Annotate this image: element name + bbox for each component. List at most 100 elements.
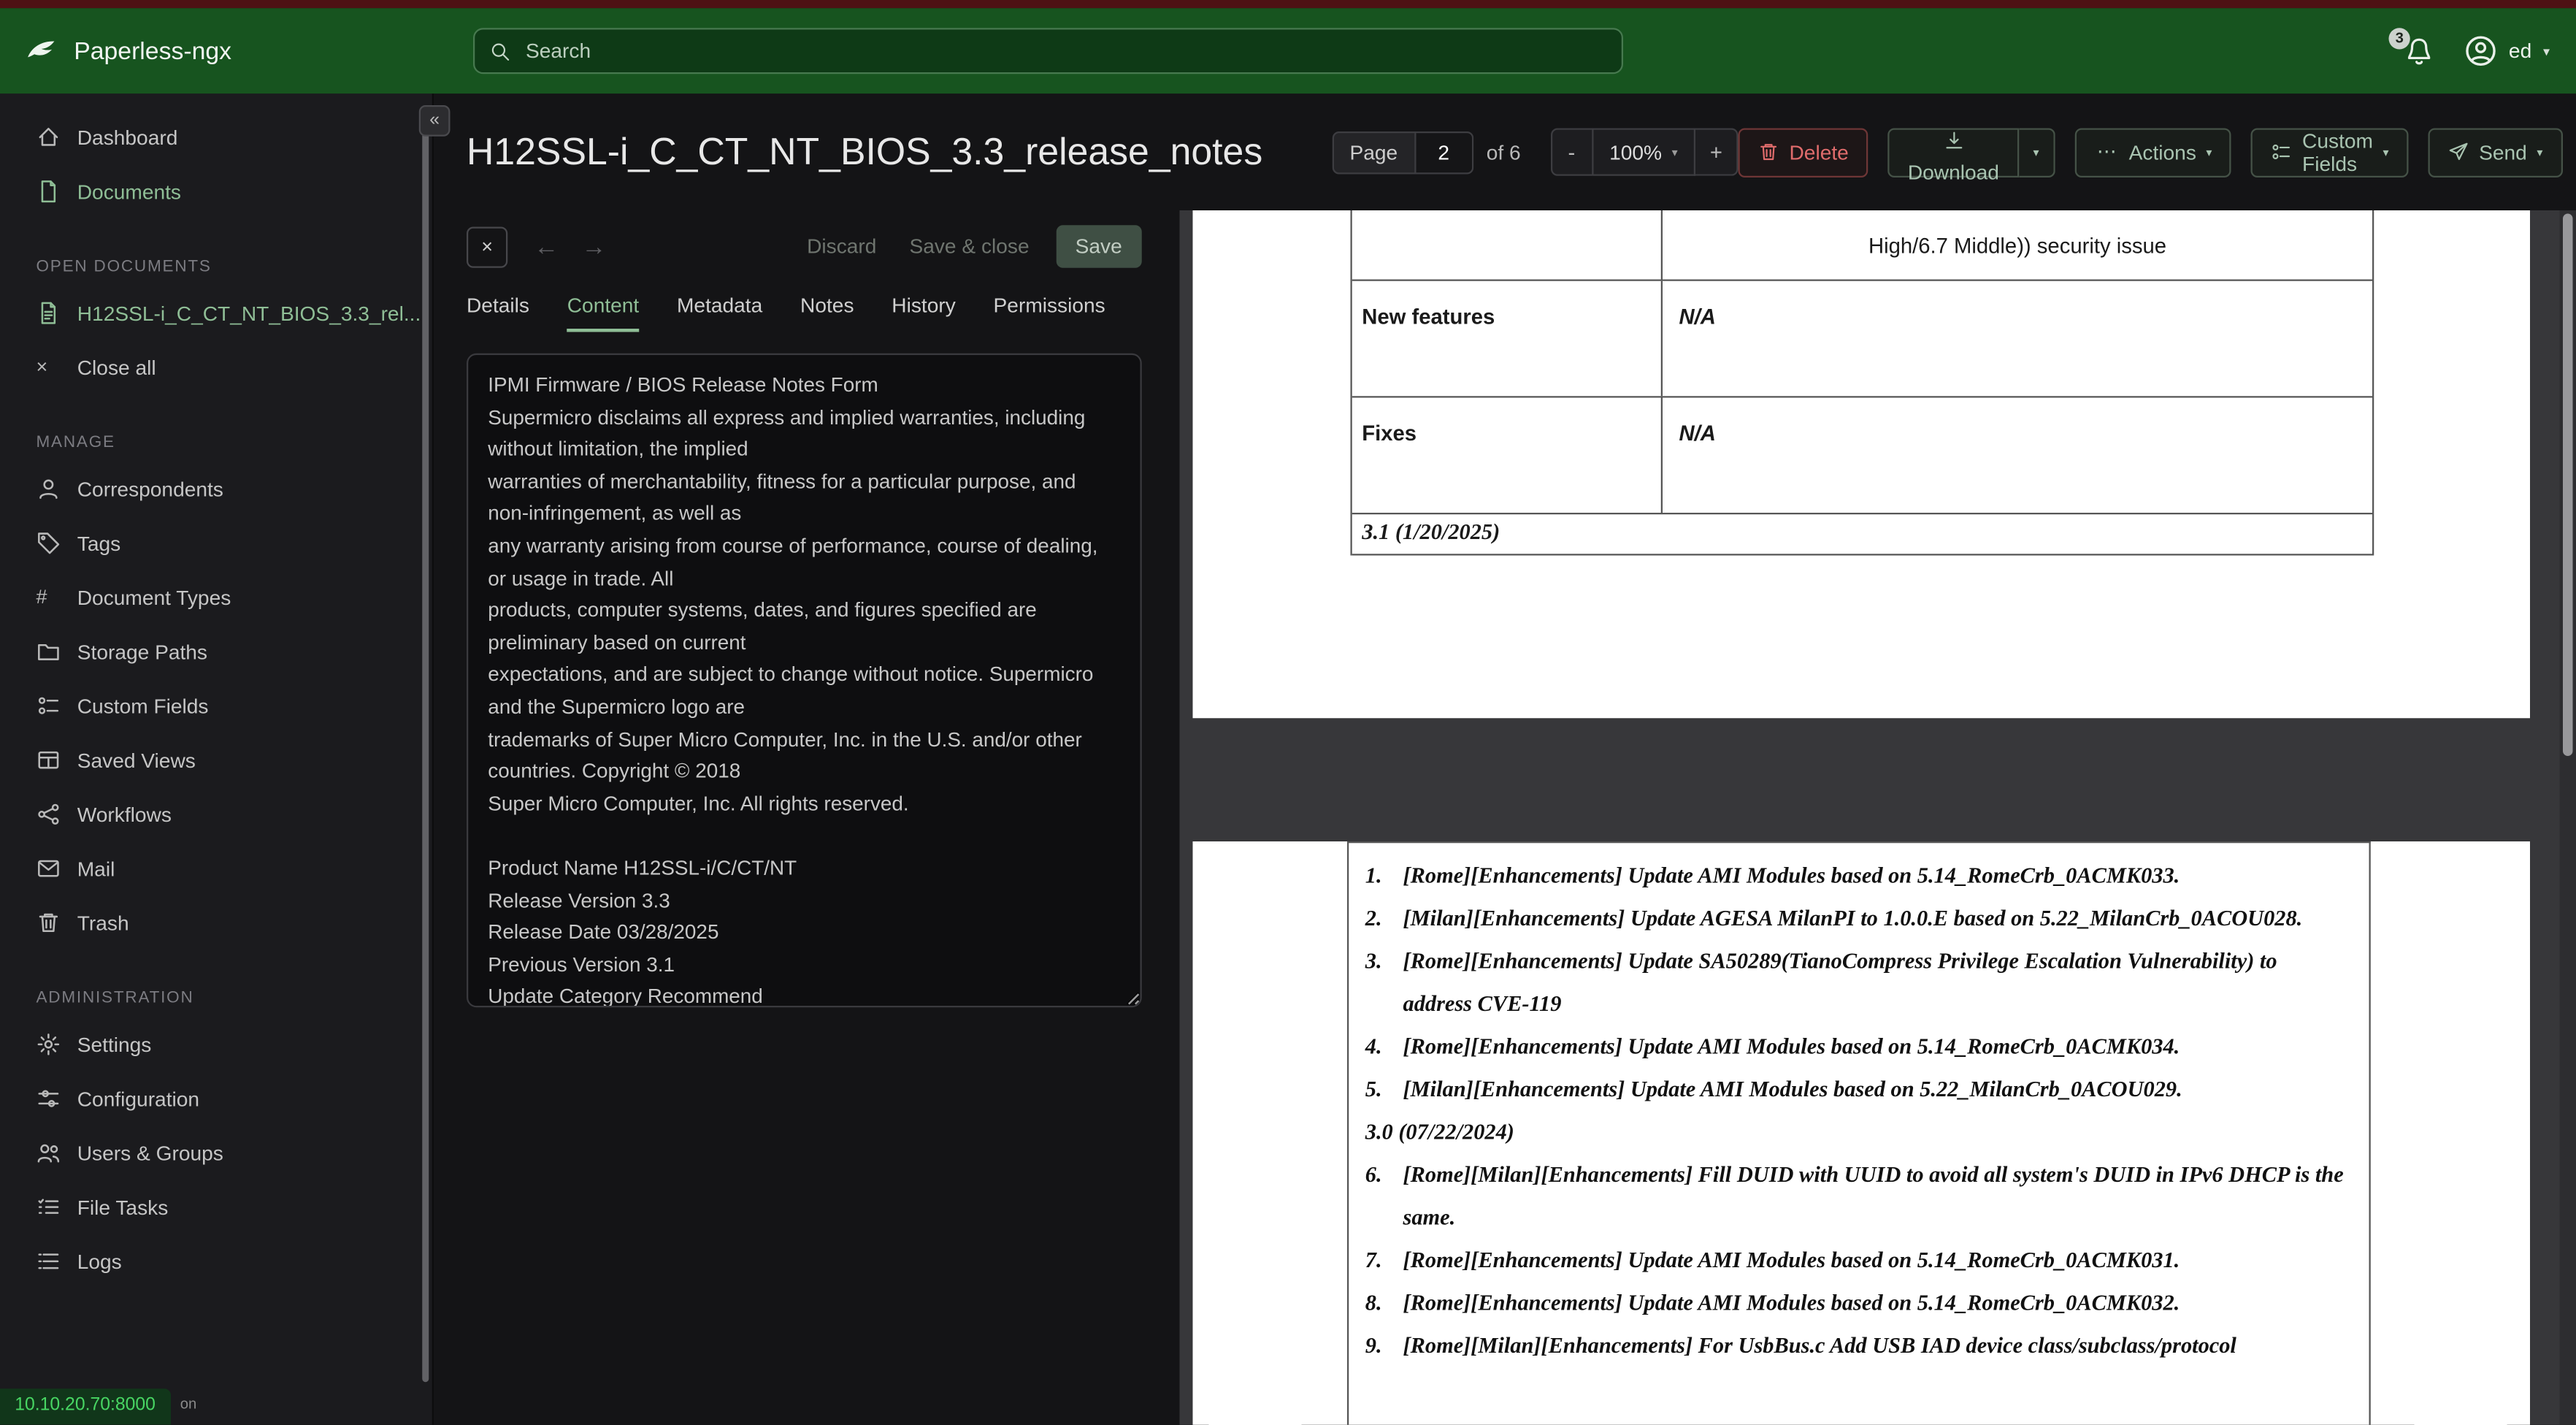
preview-scrollbar[interactable] <box>2560 210 2576 1425</box>
x-icon: × <box>37 355 61 380</box>
three-dots-icon: ⋯ <box>2094 140 2119 164</box>
mail-icon <box>37 856 61 881</box>
sidebar-item-dashboard[interactable]: Dashboard <box>0 110 432 164</box>
release-notes-list: 1.[Rome][Enhancements] Update AMI Module… <box>1347 841 2371 1425</box>
search-input[interactable] <box>523 38 1607 64</box>
tab-permissions[interactable]: Permissions <box>994 294 1105 332</box>
open-document-item[interactable]: H12SSL-i_C_CT_NT_BIOS_3.3_rel... <box>0 286 432 340</box>
caret-down-icon: ▾ <box>2543 44 2550 58</box>
dashboard-icon <box>37 125 61 150</box>
list-item: 6.[Rome][Milan][Enhancements] Fill DUID … <box>1365 1154 2350 1239</box>
download-dropdown-toggle[interactable]: ▾ <box>2019 127 2055 177</box>
arrow-right-icon: → <box>582 232 607 260</box>
delete-label: Delete <box>1789 140 1848 164</box>
sidebar-item-users-groups[interactable]: Users & Groups <box>0 1126 432 1180</box>
tab-details[interactable]: Details <box>467 294 529 332</box>
list-item-text: [Rome][Milan][Enhancements] For UsbBus.c… <box>1403 1325 2350 1368</box>
tab-history[interactable]: History <box>892 294 956 332</box>
notifications-button[interactable]: 3 <box>2404 35 2435 66</box>
sidebar-item-file-tasks[interactable]: File Tasks <box>0 1180 432 1234</box>
save-button[interactable]: Save <box>1056 225 1142 268</box>
trash-icon <box>1758 142 1779 163</box>
sidebar-item-label: Workflows <box>77 803 172 826</box>
page-label: Page <box>1332 131 1416 174</box>
zoom-level-select[interactable]: 100% ▾ <box>1593 129 1696 176</box>
actions-button[interactable]: ⋯ Actions ▾ <box>2074 127 2231 177</box>
download-button[interactable]: Download <box>1888 127 2019 177</box>
sidebar-collapse-button[interactable]: « <box>419 105 451 137</box>
sidebar-item-label: File Tasks <box>77 1196 169 1219</box>
status-suffix: on <box>180 1395 197 1425</box>
sidebar-item-label: Mail <box>77 857 115 880</box>
sidebar-item-storage-paths[interactable]: Storage Paths <box>0 624 432 679</box>
sidebar-item-label: Correspondents <box>77 478 223 501</box>
save-and-close-button[interactable]: Save & close <box>902 232 1035 261</box>
sidebar-item-trash[interactable]: Trash <box>0 895 432 950</box>
tasks-icon <box>37 1195 61 1220</box>
list-item-number: 4. <box>1365 1025 1403 1069</box>
custom-fields-button[interactable]: Custom Fields ▾ <box>2251 127 2408 177</box>
list-item-number: 6. <box>1365 1154 1403 1239</box>
close-icon: × <box>481 235 493 259</box>
search-bar[interactable] <box>473 28 1623 74</box>
sidebar-item-label: Configuration <box>77 1087 199 1110</box>
caret-down-icon: ▾ <box>2383 145 2388 158</box>
list-item-text: [Rome][Milan][Enhancements] Fill DUID wi… <box>1403 1154 2350 1239</box>
tab-content[interactable]: Content <box>567 294 640 332</box>
zoom-in-button[interactable]: + <box>1695 129 1739 176</box>
document-editor-panel: × ← → Discard Save & close Save Details … <box>434 210 1180 1425</box>
sidebar: Dashboard Documents OPEN DOCUMENTS H12SS… <box>0 93 434 1425</box>
delete-button[interactable]: Delete <box>1739 127 1868 177</box>
page-input-group: Page <box>1332 131 1473 174</box>
send-button[interactable]: Send ▾ <box>2428 127 2562 177</box>
sidebar-item-label: Settings <box>77 1033 152 1056</box>
username-label: ed <box>2509 39 2531 63</box>
page-number-input[interactable] <box>1416 131 1473 174</box>
page-controls: Page of 6 - 100% ▾ + <box>1332 129 1739 176</box>
next-document-button[interactable]: → <box>582 232 607 260</box>
paperless-logo-icon <box>23 33 60 69</box>
sidebar-item-correspondents[interactable]: Correspondents <box>0 462 432 516</box>
sidebar-item-saved-views[interactable]: Saved Views <box>0 733 432 787</box>
arrow-left-icon: ← <box>534 232 559 260</box>
tab-metadata[interactable]: Metadata <box>677 294 762 332</box>
sidebar-item-tags[interactable]: Tags <box>0 516 432 570</box>
sliders-icon <box>37 1086 61 1111</box>
close-all-button[interactable]: × Close all <box>0 340 432 394</box>
pdf-page-2: 1.[Rome][Enhancements] Update AMI Module… <box>1193 841 2531 1425</box>
content-textarea[interactable]: IPMI Firmware / BIOS Release Notes Form … <box>467 354 1142 1008</box>
zoom-out-button[interactable]: - <box>1550 129 1593 176</box>
sidebar-item-workflows[interactable]: Workflows <box>0 787 432 841</box>
list-item-text: [Rome][Enhancements] Update AMI Modules … <box>1403 1282 2350 1325</box>
sidebar-item-label: Document Types <box>77 586 231 609</box>
user-menu[interactable]: ed ▾ <box>2464 34 2550 67</box>
sidebar-item-document-types[interactable]: # Document Types <box>0 570 432 624</box>
table-row-label: Fixes <box>1352 398 1661 513</box>
documents-icon <box>37 179 61 204</box>
section-header-administration: ADMINISTRATION <box>0 990 432 1008</box>
caret-down-icon: ▾ <box>2537 145 2542 158</box>
download-label: Download <box>1908 160 1999 183</box>
sidebar-item-custom-fields[interactable]: Custom Fields <box>0 679 432 733</box>
version-heading: 3.0 (07/22/2024) <box>1365 1111 2350 1154</box>
tab-notes[interactable]: Notes <box>800 294 854 332</box>
top-edge-strip <box>0 0 2576 8</box>
sidebar-item-logs[interactable]: Logs <box>0 1234 432 1288</box>
sidebar-item-settings[interactable]: Settings <box>0 1017 432 1071</box>
list-item-number: 9. <box>1365 1325 1403 1368</box>
sidebar-item-label: Trash <box>77 912 129 935</box>
discard-button[interactable]: Discard <box>800 232 883 261</box>
edit-actions-bar: × ← → Discard Save & close Save <box>467 225 1142 268</box>
version-row: 3.1 (1/20/2025) <box>1352 514 2372 555</box>
list-item: 8.[Rome][Enhancements] Update AMI Module… <box>1365 1282 2350 1325</box>
close-document-button[interactable]: × <box>467 226 507 267</box>
sidebar-item-documents[interactable]: Documents <box>0 164 432 218</box>
brand-name: Paperless-ngx <box>74 37 231 65</box>
sidebar-item-configuration[interactable]: Configuration <box>0 1071 432 1126</box>
sidebar-scrollbar[interactable] <box>422 107 429 1382</box>
previous-document-button[interactable]: ← <box>534 232 559 260</box>
sidebar-item-mail[interactable]: Mail <box>0 841 432 895</box>
preview-scrollbar-thumb[interactable] <box>2563 214 2573 757</box>
pdf-preview: High/6.7 Middle)) security issue New fea… <box>1180 210 2576 1425</box>
app-logo[interactable]: Paperless-ngx <box>0 33 434 69</box>
